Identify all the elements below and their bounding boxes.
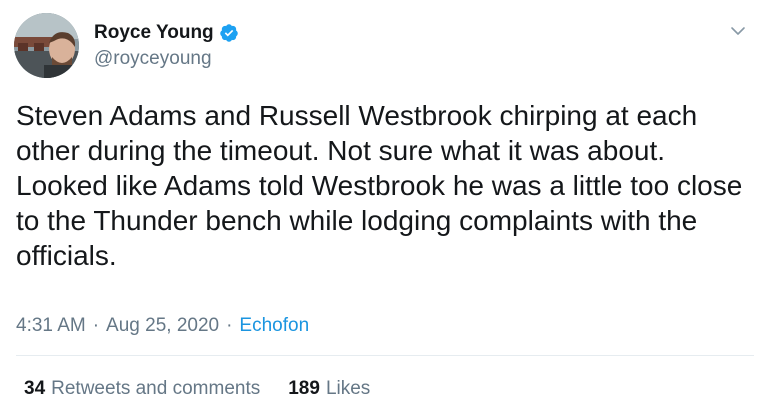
tweet-stats: 34 Retweets and comments 189 Likes: [24, 376, 370, 402]
tweet-date[interactable]: Aug 25, 2020: [106, 313, 219, 339]
chevron-down-icon[interactable]: [729, 22, 747, 40]
meta-separator: ·: [92, 315, 100, 336]
author-name-row[interactable]: Royce Young: [94, 20, 239, 46]
retweets-stat[interactable]: 34 Retweets and comments: [24, 376, 260, 402]
tweet-source-link[interactable]: Echofon: [239, 313, 309, 339]
meta-separator: ·: [226, 315, 233, 336]
likes-count: 189: [288, 378, 320, 399]
likes-stat[interactable]: 189 Likes: [288, 376, 370, 402]
tweet-card: Royce Young @royceyoung Steven Adams and…: [0, 0, 761, 411]
verified-badge-icon: [219, 24, 238, 42]
author-display-name[interactable]: Royce Young: [94, 20, 214, 46]
avatar-photo-icon: [14, 13, 79, 78]
retweets-label: Retweets and comments: [51, 378, 261, 399]
author-handle[interactable]: @royceyoung: [94, 46, 212, 72]
tweet-time[interactable]: 4:31 AM: [16, 313, 86, 339]
divider: [16, 355, 754, 356]
tweet-text: Steven Adams and Russell Westbrook chirp…: [16, 100, 743, 271]
likes-label: Likes: [325, 378, 371, 399]
tweet-meta: 4:31 AM · Aug 25, 2020 · Echofon: [16, 313, 309, 339]
avatar[interactable]: [14, 13, 79, 78]
retweets-count: 34: [24, 378, 46, 399]
